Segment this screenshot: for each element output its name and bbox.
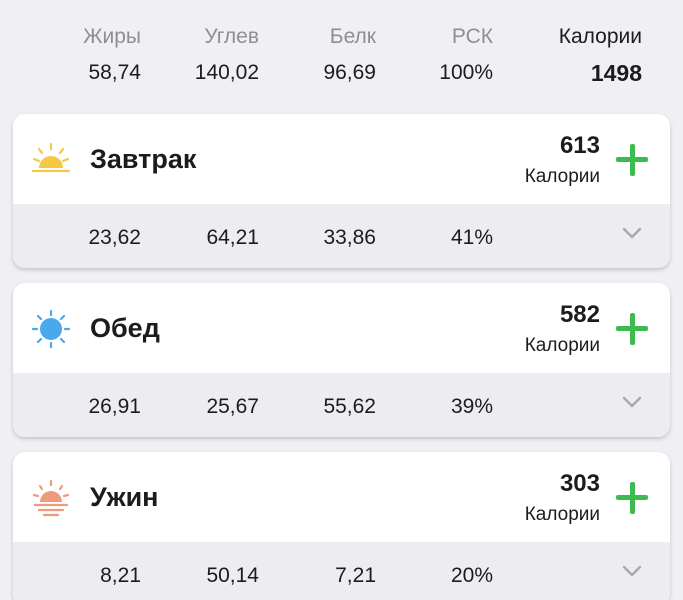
add-dinner-button[interactable] xyxy=(614,480,650,516)
macro-protein-breakfast: 33,86 xyxy=(323,226,376,249)
meal-header-dinner[interactable]: Ужин 303 Калории xyxy=(13,452,670,542)
macro-protein-dinner: 7,21 xyxy=(335,564,376,587)
summary-protein-label: Белк xyxy=(329,25,376,48)
summary-calories-label: Калории xyxy=(558,25,642,48)
meal-macros-lunch[interactable]: 26,91 25,67 55,62 39% xyxy=(13,373,670,437)
sun-icon xyxy=(31,309,71,349)
macro-fat-lunch: 26,91 xyxy=(88,395,141,418)
summary-protein: Белк 96,69 xyxy=(323,24,376,86)
chevron-down-icon[interactable] xyxy=(622,395,642,409)
summary-rsk-value: 100% xyxy=(439,61,493,84)
meal-header-breakfast[interactable]: Завтрак 613 Калории xyxy=(13,114,670,204)
add-lunch-button[interactable] xyxy=(614,311,650,347)
meal-calories-dinner: 303 xyxy=(559,470,600,497)
summary-carbs-label: Углев xyxy=(204,25,259,48)
meal-card-dinner: Ужин 303 Калории 8,21 50,14 7,21 20% xyxy=(13,452,670,600)
add-breakfast-button[interactable] xyxy=(614,142,650,178)
summary-rsk: РСК 100% xyxy=(439,24,493,86)
summary-protein-value: 96,69 xyxy=(323,61,376,84)
summary-fat-label: Жиры xyxy=(83,25,141,48)
summary-rsk-label: РСК xyxy=(451,25,493,48)
macro-carbs-dinner: 50,14 xyxy=(206,564,259,587)
summary-fat: Жиры 58,74 xyxy=(83,24,141,86)
chevron-down-icon[interactable] xyxy=(622,226,642,240)
meal-card-lunch: Обед 582 Калории 26,91 25,67 55,62 39% xyxy=(13,283,670,437)
summary-carbs-value: 140,02 xyxy=(194,61,259,84)
summary-carbs: Углев 140,02 xyxy=(195,24,259,86)
macro-fat-breakfast: 23,62 xyxy=(88,226,141,249)
meal-calories-lunch: 582 xyxy=(559,301,600,328)
macro-carbs-breakfast: 64,21 xyxy=(206,226,259,249)
macro-fat-dinner: 8,21 xyxy=(100,564,141,587)
macro-rsk-dinner: 20% xyxy=(450,564,493,587)
meal-macros-dinner[interactable]: 8,21 50,14 7,21 20% xyxy=(13,542,670,600)
meal-calories-label-dinner: Калории xyxy=(524,504,600,525)
summary-calories-value: 1498 xyxy=(590,60,642,86)
macro-protein-lunch: 55,62 xyxy=(323,395,376,418)
meal-header-lunch[interactable]: Обед 582 Калории xyxy=(13,283,670,373)
meal-calories-label-lunch: Калории xyxy=(524,335,600,356)
meal-card-breakfast: Завтрак 613 Калории 23,62 64,21 33,86 41… xyxy=(13,114,670,268)
meal-calories-label-breakfast: Калории xyxy=(524,166,600,187)
meal-title-breakfast: Завтрак xyxy=(90,144,197,174)
macro-carbs-lunch: 25,67 xyxy=(206,395,259,418)
macro-rsk-breakfast: 41% xyxy=(450,226,493,249)
chevron-down-icon[interactable] xyxy=(622,564,642,578)
meal-macros-breakfast[interactable]: 23,62 64,21 33,86 41% xyxy=(13,204,670,268)
meal-title-dinner: Ужин xyxy=(90,482,159,512)
meal-title-lunch: Обед xyxy=(90,313,160,343)
daily-summary: Жиры 58,74 Углев 140,02 Белк 96,69 РСК 1… xyxy=(0,0,683,110)
summary-calories: Калории 1498 xyxy=(559,24,642,86)
sunset-icon xyxy=(32,479,70,517)
meal-calories-breakfast: 613 xyxy=(559,132,600,159)
summary-fat-value: 58,74 xyxy=(88,61,141,84)
macro-rsk-lunch: 39% xyxy=(450,395,493,418)
sunrise-icon xyxy=(31,142,71,173)
